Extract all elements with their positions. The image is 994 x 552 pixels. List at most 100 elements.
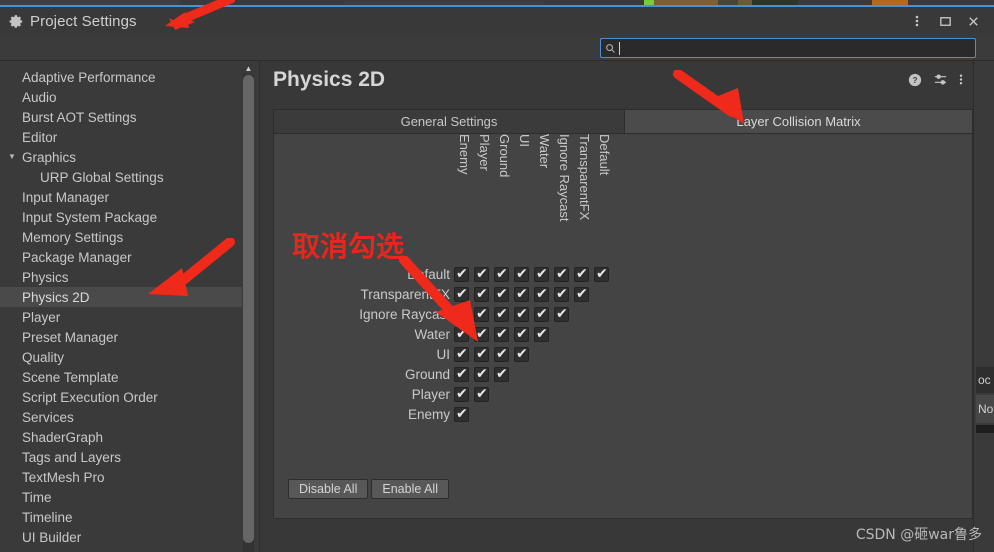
sidebar-item-editor[interactable]: Editor	[0, 127, 242, 147]
matrix-checkbox[interactable]: ✔	[534, 286, 549, 302]
matrix-action-buttons: Disable All Enable All	[288, 479, 449, 499]
sidebar-item-label: Audio	[22, 89, 57, 105]
annotation-arrow-physics2d	[148, 238, 235, 296]
screenshot-root: Project Settings Adaptive Performance Au…	[0, 0, 994, 552]
checkmark-icon: ✔	[516, 266, 528, 282]
search-box[interactable]	[600, 38, 976, 58]
matrix-checkbox[interactable]: ✔	[494, 366, 509, 382]
matrix-checkbox[interactable]: ✔	[454, 366, 469, 382]
search-input[interactable]	[620, 42, 975, 54]
checkmark-icon: ✔	[556, 306, 568, 322]
matrix-checkbox[interactable]: ✔	[554, 306, 569, 322]
sidebar-item-label: Input System Package	[22, 209, 158, 225]
matrix-checkbox[interactable]: ✔	[514, 306, 529, 322]
sidebar-item-scene-template[interactable]: Scene Template	[0, 367, 242, 387]
matrix-checkbox[interactable]: ✔	[594, 266, 609, 282]
expand-triangle-icon[interactable]: ▼	[8, 153, 18, 161]
settings-sidebar[interactable]: Adaptive Performance Audio Burst AOT Setti…	[0, 61, 260, 552]
sidebar-item-label: Quality	[22, 349, 65, 365]
sidebar-item-label: Editor	[22, 129, 58, 145]
scrollbar-thumb[interactable]	[243, 75, 254, 543]
sidebar-item-label: ShaderGraph	[22, 429, 104, 445]
matrix-checkbox[interactable]: ✔	[474, 386, 489, 402]
sidebar-item-time[interactable]: Time	[0, 487, 242, 507]
matrix-checkbox[interactable]: ✔	[554, 266, 569, 282]
sidebar-item-player[interactable]: Player	[0, 307, 242, 327]
checkmark-icon: ✔	[516, 286, 528, 302]
sidebar-item-label: Player	[22, 309, 61, 325]
checkmark-icon: ✔	[536, 266, 548, 282]
sidebar-item-graphics[interactable]: ▼ Graphics	[0, 147, 242, 167]
matrix-checkbox[interactable]: ✔	[534, 306, 549, 322]
sidebar-item-input-manager[interactable]: Input Manager	[0, 187, 242, 207]
checkmark-icon: ✔	[456, 366, 468, 382]
settings-tabs: General Settings Layer Collision Matrix	[273, 109, 973, 134]
maximize-icon[interactable]	[932, 9, 958, 33]
annotation-arrow-tab	[673, 70, 744, 124]
sidebar-item-label: Package Manager	[22, 249, 132, 265]
window-menu-icon[interactable]	[904, 9, 930, 33]
settings-main-pane: Physics 2D ? General Settings Layer Coll…	[261, 61, 973, 552]
matrix-checkbox[interactable]: ✔	[494, 346, 509, 362]
sidebar-item-timeline[interactable]: Timeline	[0, 507, 242, 527]
sidebar-item-shadergraph[interactable]: ShaderGraph	[0, 427, 242, 447]
matrix-checkbox[interactable]: ✔	[554, 286, 569, 302]
annotation-uncheck-text: 取消勾选	[292, 230, 405, 263]
matrix-checkbox[interactable]: ✔	[534, 326, 549, 342]
matrix-column-header: UI	[517, 134, 532, 147]
sidebar-item-label: Timeline	[22, 509, 73, 525]
annotation-arrow-checkbox	[399, 256, 478, 342]
search-row	[0, 35, 994, 61]
annotation-arrow-title	[165, 0, 235, 30]
matrix-checkbox[interactable]: ✔	[534, 266, 549, 282]
layer-collision-matrix-panel: Enemy Player Ground UI Water Ignore Raycast Tr…	[273, 134, 973, 519]
matrix-checkbox[interactable]: ✔	[574, 266, 589, 282]
disable-all-button[interactable]: Disable All	[288, 479, 369, 499]
sidebar-item-ui-builder[interactable]: UI Builder	[0, 527, 242, 547]
sidebar-item-burst-aot-settings[interactable]: Burst AOT Settings	[0, 107, 242, 127]
sidebar-item-adaptive-performance[interactable]: Adaptive Performance	[0, 67, 242, 87]
matrix-checkbox[interactable]: ✔	[454, 406, 469, 422]
sidebar-item-urp-global-settings[interactable]: URP Global Settings	[0, 167, 242, 187]
matrix-checkbox[interactable]: ✔	[514, 286, 529, 302]
matrix-checkbox[interactable]: ✔	[474, 366, 489, 382]
sidebar-item-label: UI Builder	[22, 529, 82, 545]
kebab-menu-icon[interactable]	[959, 72, 963, 87]
matrix-checkbox[interactable]: ✔	[474, 346, 489, 362]
checkmark-icon: ✔	[496, 366, 508, 382]
sidebar-item-quality[interactable]: Quality	[0, 347, 242, 367]
sidebar-scrollbar[interactable]: ▲	[243, 63, 254, 552]
sidebar-item-audio[interactable]: Audio	[0, 87, 242, 107]
matrix-column-header: Enemy	[457, 134, 472, 175]
sidebar-item-label: Memory Settings	[22, 229, 124, 245]
matrix-checkbox[interactable]: ✔	[514, 326, 529, 342]
matrix-checkbox[interactable]: ✔	[574, 286, 589, 302]
watermark: CSDN @砸war鲁多	[855, 527, 982, 543]
sidebar-item-services[interactable]: Services	[0, 407, 242, 427]
checkmark-icon: ✔	[456, 406, 468, 422]
sidebar-item-tags-and-layers[interactable]: Tags and Layers	[0, 447, 242, 467]
sidebar-item-version-control[interactable]: Version Control	[0, 547, 242, 552]
preset-icon[interactable]	[933, 72, 948, 87]
sidebar-item-input-system-package[interactable]: Input System Package	[0, 207, 242, 227]
scroll-up-arrow-icon[interactable]: ▲	[243, 63, 254, 73]
search-icon	[601, 43, 619, 54]
tab-general-settings[interactable]: General Settings	[273, 109, 625, 134]
matrix-checkbox[interactable]: ✔	[454, 346, 469, 362]
matrix-checkbox[interactable]: ✔	[514, 266, 529, 282]
sidebar-item-preset-manager[interactable]: Preset Manager	[0, 327, 242, 347]
sidebar-item-textmesh-pro[interactable]: TextMesh Pro	[0, 467, 242, 487]
sidebar-item-script-execution-order[interactable]: Script Execution Order	[0, 387, 242, 407]
sidebar-item-label: Services	[22, 409, 74, 425]
tab-label: General Settings	[400, 114, 498, 129]
enable-all-button[interactable]: Enable All	[371, 479, 449, 499]
checkmark-icon: ✔	[516, 306, 528, 322]
matrix-checkbox[interactable]: ✔	[514, 346, 529, 362]
help-icon[interactable]: ?	[908, 73, 922, 87]
sidebar-item-label: Input Manager	[22, 189, 110, 205]
sidebar-item-label: URP Global Settings	[40, 169, 164, 185]
matrix-checkbox[interactable]: ✔	[454, 386, 469, 402]
sidebar-item-label: Time	[22, 489, 52, 505]
checkmark-icon: ✔	[596, 266, 608, 282]
close-icon[interactable]	[960, 9, 986, 33]
